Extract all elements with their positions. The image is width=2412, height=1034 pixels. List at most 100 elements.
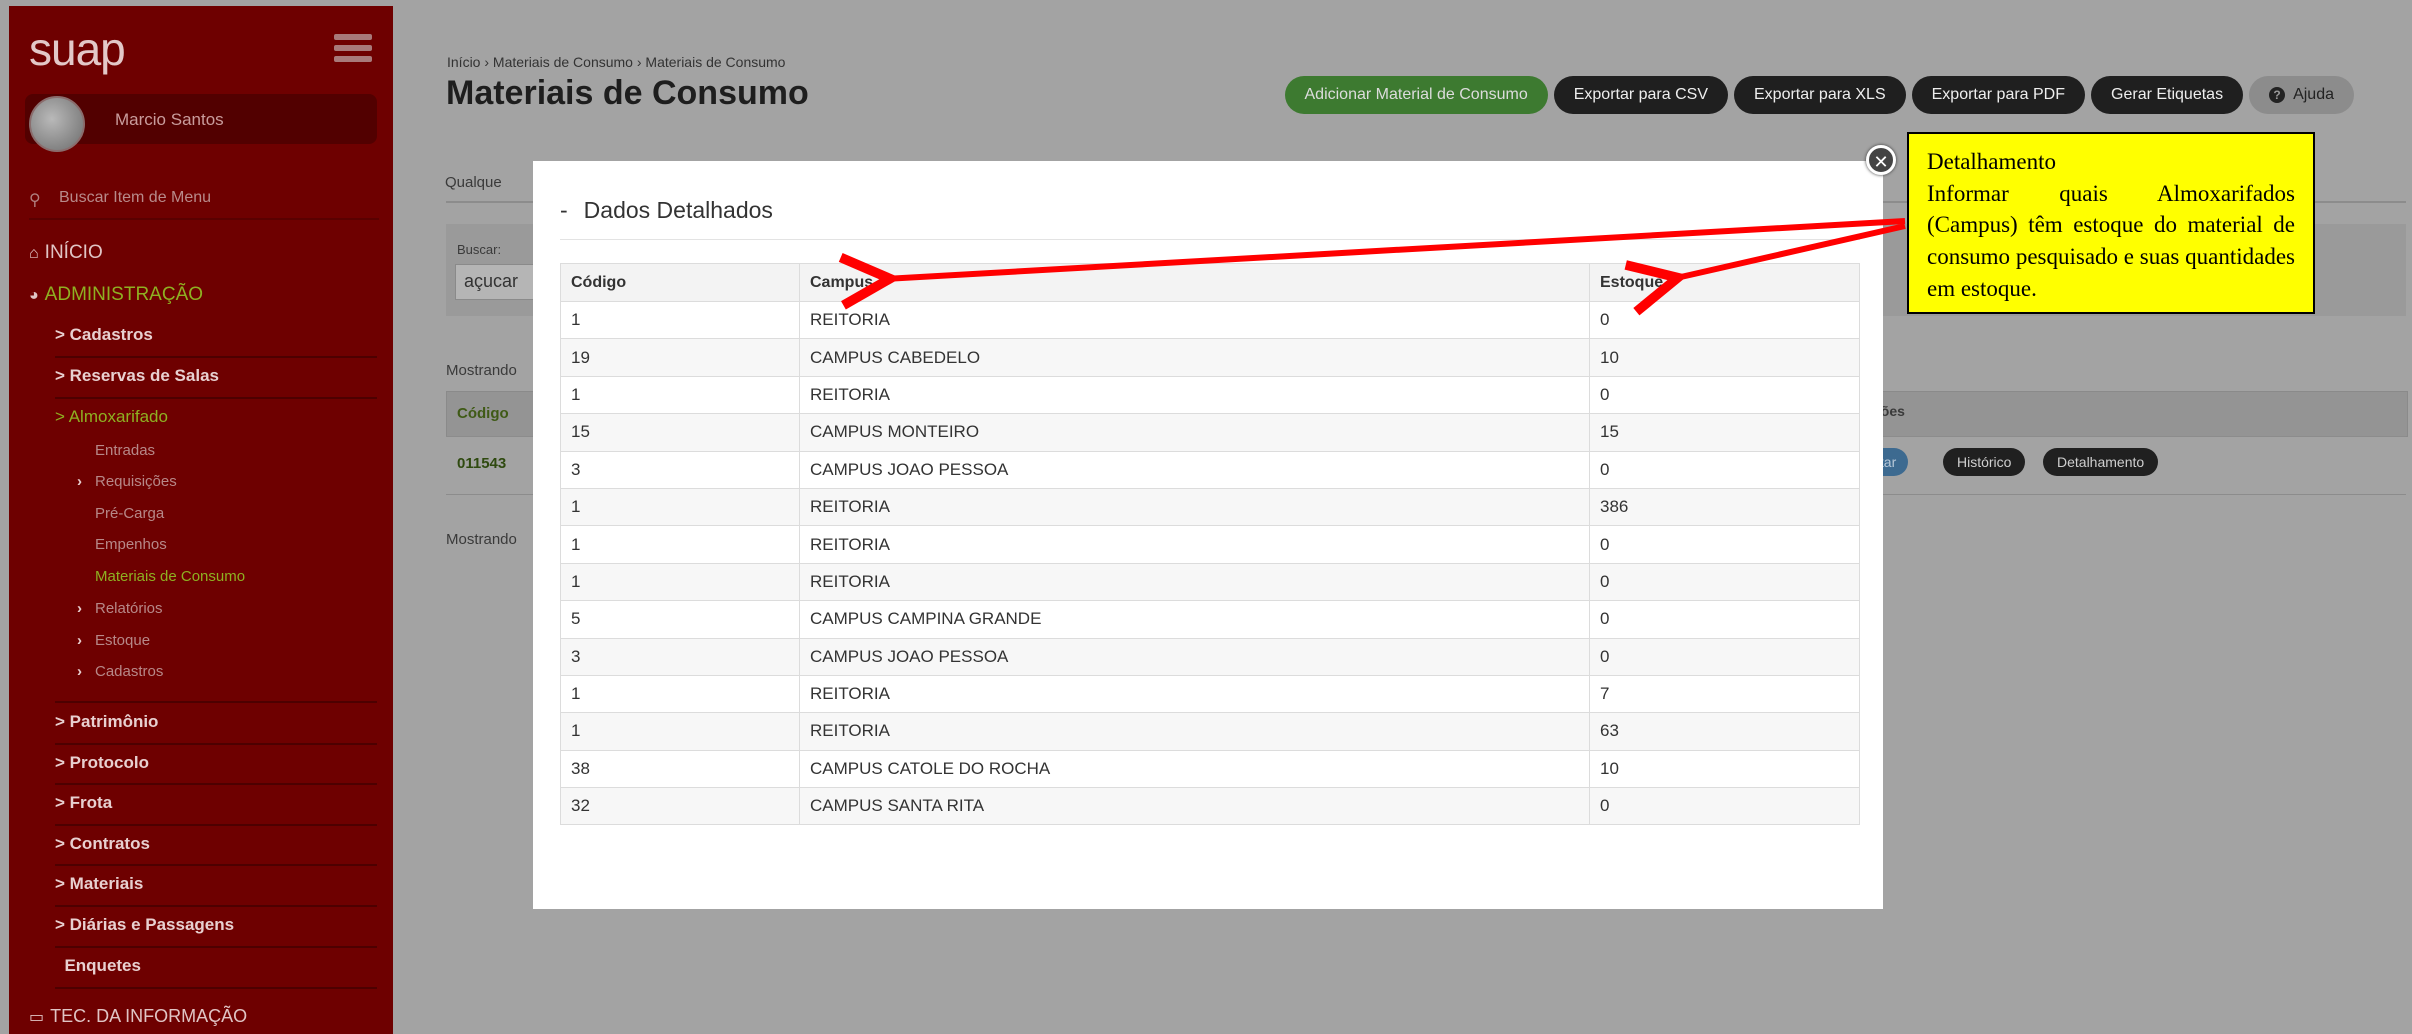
cell-estoque: 7 xyxy=(1589,674,1860,714)
hamburger-icon[interactable] xyxy=(334,34,372,64)
sidebar-item-label: Almoxarifado xyxy=(68,407,168,426)
divider xyxy=(55,824,377,826)
export-xls-button[interactable]: Exportar para XLS xyxy=(1734,76,1906,114)
cell-codigo: 1 xyxy=(560,487,800,527)
cell-campus: REITORIA xyxy=(799,375,1590,415)
sidebar-subitem-cadastros[interactable]: › Cadastros xyxy=(77,663,164,680)
table-row: 15 CAMPUS MONTEIRO 15 xyxy=(560,413,1860,452)
menu-search: ⚲ xyxy=(29,188,379,220)
sidebar-subitem-entradas[interactable]: Entradas xyxy=(95,442,155,459)
column-header-codigo[interactable]: Código xyxy=(457,405,509,422)
divider xyxy=(55,397,377,399)
export-pdf-button[interactable]: Exportar para PDF xyxy=(1911,76,2086,114)
nav-tec-informacao[interactable]: ▭ TEC. DA INFORMAÇÃO xyxy=(29,1006,247,1027)
cell-codigo: 32 xyxy=(560,787,800,826)
cell-codigo: 3 xyxy=(560,637,800,676)
sidebar-subitem-empenhos[interactable]: Empenhos xyxy=(95,536,167,553)
export-csv-button[interactable]: Exportar para CSV xyxy=(1553,76,1728,114)
sidebar-item-protocolo[interactable]: > Protocolo xyxy=(55,753,149,773)
cell-campus: CAMPUS JOAO PESSOA xyxy=(799,637,1590,676)
sidebar-subitem-estoque[interactable]: › Estoque xyxy=(77,632,150,649)
table-row: 3 CAMPUS JOAO PESSOA 0 xyxy=(560,637,1860,676)
sidebar-item-label: Frota xyxy=(69,793,113,812)
sidebar-item-label: Contratos xyxy=(69,834,150,853)
sidebar-item-label: Cadastros xyxy=(69,325,153,344)
sidebar-item-enquetes[interactable]: Enquetes xyxy=(55,956,141,976)
cell-estoque: 0 xyxy=(1589,562,1860,602)
sidebar-subitem-materiais-consumo[interactable]: Materiais de Consumo xyxy=(95,568,245,585)
annotation-callout: Detalhamento Informar quais Almoxarifado… xyxy=(1907,132,2315,314)
detail-button[interactable]: Detalhamento xyxy=(2043,448,2159,476)
showing-text-bottom: Mostrando xyxy=(446,531,517,548)
cell-estoque: 386 xyxy=(1589,487,1860,527)
collapse-toggle[interactable]: - xyxy=(560,197,568,223)
sidebar-item-label: Diárias e Passagens xyxy=(69,915,235,934)
sidebar-item-label: Materiais xyxy=(69,874,144,893)
nav-inicio[interactable]: ⌂ INÍCIO xyxy=(29,242,103,264)
sidebar-item-label: Protocolo xyxy=(69,753,149,772)
table-row: 38 CAMPUS CATOLE DO ROCHA 10 xyxy=(560,749,1860,789)
sidebar-subitem-precarga[interactable]: Pré-Carga xyxy=(95,505,164,522)
cell-estoque: 0 xyxy=(1589,300,1860,340)
cell-campus: CAMPUS CAMPINA GRANDE xyxy=(799,600,1590,639)
cell-estoque: 10 xyxy=(1589,338,1860,377)
cell-estoque: 0 xyxy=(1589,637,1860,676)
sidebar-item-diarias[interactable]: > Diárias e Passagens xyxy=(55,915,234,935)
table-header-row: Código Campus Estoque xyxy=(560,263,1860,302)
cell-estoque: 0 xyxy=(1589,525,1860,564)
row-code-link[interactable]: 011543 xyxy=(457,455,506,472)
sidebar-item-reservas[interactable]: > Reservas de Salas xyxy=(55,366,219,386)
divider xyxy=(55,987,377,989)
chevron-right-icon: › xyxy=(77,632,82,649)
sidebar-item-frota[interactable]: > Frota xyxy=(55,793,112,813)
help-button[interactable]: ? Ajuda xyxy=(2249,76,2354,114)
sidebar-subitem-relatorios[interactable]: › Relatórios xyxy=(77,600,163,617)
sidebar-item-cadastros[interactable]: > Cadastros xyxy=(55,325,153,345)
menu-search-input[interactable] xyxy=(57,188,361,208)
table-row: 32 CAMPUS SANTA RITA 0 xyxy=(560,787,1860,826)
cell-codigo: 1 xyxy=(560,525,800,564)
sidebar-item-almoxarifado[interactable]: > Almoxarifado xyxy=(55,407,168,427)
action-toolbar: Adicionar Material de Consumo Exportar p… xyxy=(1284,76,2354,114)
nav-administracao[interactable]: ◕ ADMINISTRAÇÃO xyxy=(29,284,203,306)
sidebar-item-label: Reservas de Salas xyxy=(69,366,219,385)
generate-labels-button[interactable]: Gerar Etiquetas xyxy=(2091,76,2244,114)
cell-estoque: 0 xyxy=(1589,600,1860,639)
home-icon: ⌂ xyxy=(29,245,39,262)
sidebar-item-contratos[interactable]: > Contratos xyxy=(55,834,150,854)
sidebar-item-label: Relatórios xyxy=(95,600,163,617)
table-row: 1 REITORIA 386 xyxy=(560,487,1860,527)
table-row: 1 REITORIA 63 xyxy=(560,712,1860,751)
table-row: 1 REITORIA 0 xyxy=(560,375,1860,415)
cell-codigo: 1 xyxy=(560,712,800,751)
annotation-body: Informar quais Almoxarifados (Campus) tê… xyxy=(1927,180,2295,301)
sidebar-item-label: Cadastros xyxy=(95,663,164,680)
cell-campus: REITORIA xyxy=(799,712,1590,751)
divider xyxy=(55,783,377,785)
sidebar-subitem-requisicoes[interactable]: › Requisições xyxy=(77,473,177,490)
avatar xyxy=(29,96,85,152)
chevron-right-icon: › xyxy=(77,600,82,617)
table-row: 3 CAMPUS JOAO PESSOA 0 xyxy=(560,450,1860,489)
sidebar-item-patrimonio[interactable]: > Patrimônio xyxy=(55,712,158,732)
cell-codigo: 3 xyxy=(560,450,800,489)
cell-campus: CAMPUS SANTA RITA xyxy=(799,787,1590,826)
tab-qualquer[interactable]: Qualque xyxy=(445,174,502,191)
sidebar: suap Marcio Santos ⚲ ⌂ INÍCIO ◕ ADMINISTRA… xyxy=(9,6,393,1034)
details-modal: - Dados Detalhados Código Campus Estoque … xyxy=(533,161,1883,909)
app-logo[interactable]: suap xyxy=(29,22,126,76)
cell-campus: REITORIA xyxy=(799,487,1590,527)
cell-codigo: 19 xyxy=(560,338,800,377)
page-title: Materiais de Consumo xyxy=(446,74,809,112)
sidebar-item-materiais[interactable]: > Materiais xyxy=(55,874,143,894)
breadcrumb[interactable]: Início › Materiais de Consumo › Materiai… xyxy=(447,54,785,70)
help-label: Ajuda xyxy=(2293,86,2334,103)
close-icon[interactable]: ✕ xyxy=(1866,145,1896,175)
annotation-title: Detalhamento xyxy=(1927,149,2057,174)
add-material-button[interactable]: Adicionar Material de Consumo xyxy=(1284,76,1548,114)
table-row: 1 REITORIA 7 xyxy=(560,674,1860,714)
history-button[interactable]: Histórico xyxy=(1943,448,2026,476)
user-profile[interactable]: Marcio Santos xyxy=(25,94,377,152)
nav-inicio-label: INÍCIO xyxy=(44,242,103,263)
divider xyxy=(55,701,377,703)
